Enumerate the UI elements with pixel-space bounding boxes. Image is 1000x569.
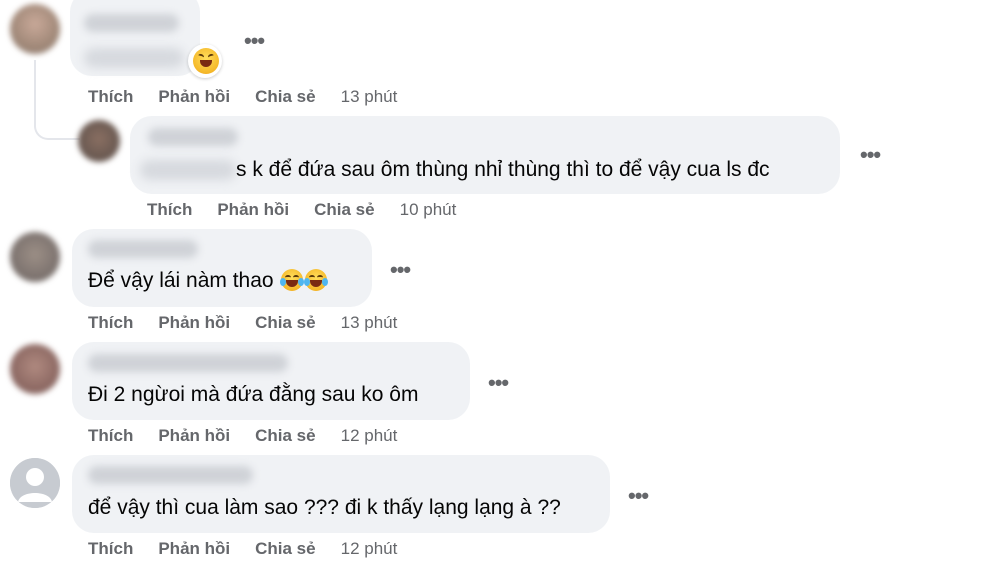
- reply-button[interactable]: Phản hồi: [158, 313, 230, 333]
- comment-actions: Thích Phản hồi Chia sẻ 12 phút: [88, 539, 422, 559]
- comment-actions: Thích Phản hồi Chia sẻ 13 phút: [88, 87, 422, 107]
- comment-text-content: Để vậy lái nàm thao: [88, 269, 274, 292]
- comment-time: 12 phút: [340, 426, 398, 445]
- more-options-icon[interactable]: •••: [390, 259, 411, 281]
- tears-of-joy-emoji: [280, 269, 305, 291]
- reply-button[interactable]: Phản hồi: [158, 539, 230, 559]
- share-button[interactable]: Chia sẻ: [255, 539, 315, 559]
- share-button[interactable]: Chia sẻ: [255, 426, 315, 446]
- default-profile-icon[interactable]: [10, 458, 60, 508]
- comment-time: 13 phút: [340, 87, 398, 106]
- comment-text: Đi 2 ngừoi mà đứa đằng sau ko ôm: [88, 383, 419, 406]
- comment-text-blurred: [84, 48, 184, 68]
- comment-text-blurred: [140, 160, 236, 180]
- avatar[interactable]: [10, 344, 60, 394]
- like-button[interactable]: Thích: [147, 200, 192, 220]
- avatar[interactable]: [10, 4, 60, 54]
- comment-text: Để vậy lái nàm thao: [88, 268, 329, 294]
- like-button[interactable]: Thích: [88, 87, 133, 107]
- more-options-icon[interactable]: •••: [628, 485, 649, 507]
- comment-actions: Thích Phản hồi Chia sẻ 13 phút: [88, 313, 422, 333]
- commenter-name-blurred: [88, 466, 253, 484]
- share-button[interactable]: Chia sẻ: [314, 200, 374, 220]
- comment-text: s k để đứa sau ôm thùng nhỉ thùng thì to…: [236, 158, 770, 181]
- comment-actions: Thích Phản hồi Chia sẻ 12 phút: [88, 426, 422, 446]
- reply-button[interactable]: Phản hồi: [158, 426, 230, 446]
- like-button[interactable]: Thích: [88, 313, 133, 333]
- reply-button[interactable]: Phản hồi: [217, 200, 289, 220]
- comment-actions: Thích Phản hồi Chia sẻ 10 phút: [147, 200, 481, 220]
- commenter-name-blurred: [148, 128, 238, 146]
- reply-button[interactable]: Phản hồi: [158, 87, 230, 107]
- laughing-face-emoji: [193, 48, 219, 74]
- share-button[interactable]: Chia sẻ: [255, 313, 315, 333]
- more-options-icon[interactable]: •••: [244, 30, 265, 52]
- more-options-icon[interactable]: •••: [488, 372, 509, 394]
- avatar[interactable]: [78, 120, 120, 162]
- avatar[interactable]: [10, 232, 60, 282]
- comment-thread: ••• Thích Phản hồi Chia sẻ 13 phút s k đ…: [0, 0, 1000, 569]
- commenter-name-blurred: [88, 240, 198, 258]
- like-button[interactable]: Thích: [88, 539, 133, 559]
- share-button[interactable]: Chia sẻ: [255, 87, 315, 107]
- reply-connector-line: [34, 60, 80, 140]
- more-options-icon[interactable]: •••: [860, 144, 881, 166]
- comment-time: 10 phút: [399, 200, 457, 219]
- comment-text: để vậy thì cua làm sao ??? đi k thấy lạn…: [88, 496, 561, 519]
- comment-time: 13 phút: [340, 313, 398, 332]
- commenter-name-blurred: [88, 354, 288, 372]
- like-button[interactable]: Thích: [88, 426, 133, 446]
- commenter-name-blurred: [84, 14, 179, 32]
- tears-of-joy-emoji: [304, 269, 329, 291]
- comment-time: 12 phút: [340, 539, 398, 558]
- reaction-badge[interactable]: [188, 44, 222, 78]
